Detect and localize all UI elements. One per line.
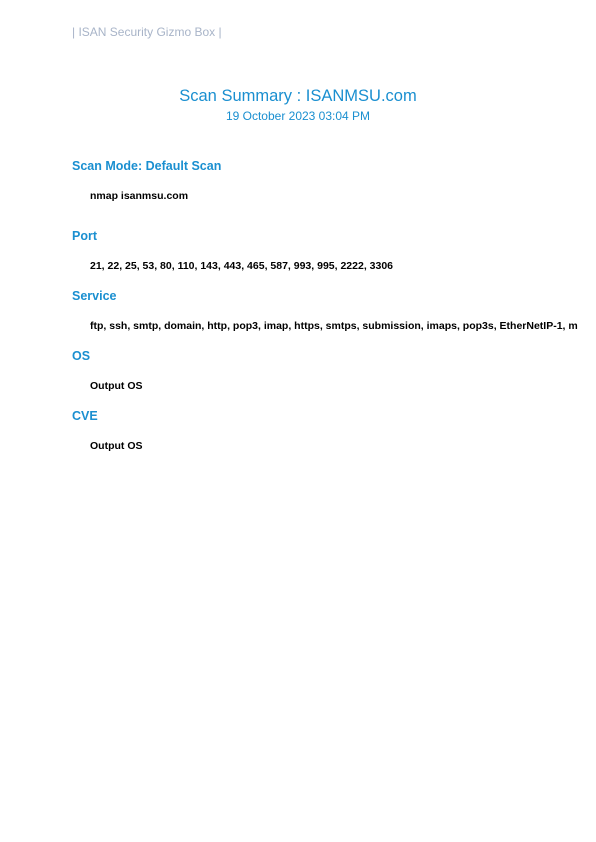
title-block: Scan Summary : ISANMSU.com 19 October 20… xyxy=(0,86,596,123)
port-heading: Port xyxy=(72,229,97,243)
scan-mode-command: nmap isanmsu.com xyxy=(90,190,189,202)
report-title: Scan Summary : ISANMSU.com xyxy=(179,87,417,105)
section-scan-mode: Scan Mode: Default Scan nmap isanmsu.com xyxy=(72,159,596,202)
service-heading: Service xyxy=(72,289,117,303)
port-list: 21, 22, 25, 53, 80, 110, 143, 443, 465, … xyxy=(90,260,394,272)
section-os: OS Output OS xyxy=(72,349,596,392)
os-heading: OS xyxy=(72,349,91,363)
page-header: | ISAN Security Gizmo Box | xyxy=(72,25,222,39)
report-page: | ISAN Security Gizmo Box | Scan Summary… xyxy=(0,0,596,842)
section-cve: CVE Output OS xyxy=(72,409,596,452)
cve-heading: CVE xyxy=(72,409,98,423)
service-list: ftp, ssh, smtp, domain, http, pop3, imap… xyxy=(90,320,578,332)
cve-output: Output OS xyxy=(90,440,143,452)
report-date: 19 October 2023 03:04 PM xyxy=(225,109,371,123)
os-output: Output OS xyxy=(90,380,143,392)
section-port: Port 21, 22, 25, 53, 80, 110, 143, 443, … xyxy=(72,229,596,272)
scan-mode-heading: Scan Mode: Default Scan xyxy=(72,159,222,173)
section-service: Service ftp, ssh, smtp, domain, http, po… xyxy=(72,289,596,332)
